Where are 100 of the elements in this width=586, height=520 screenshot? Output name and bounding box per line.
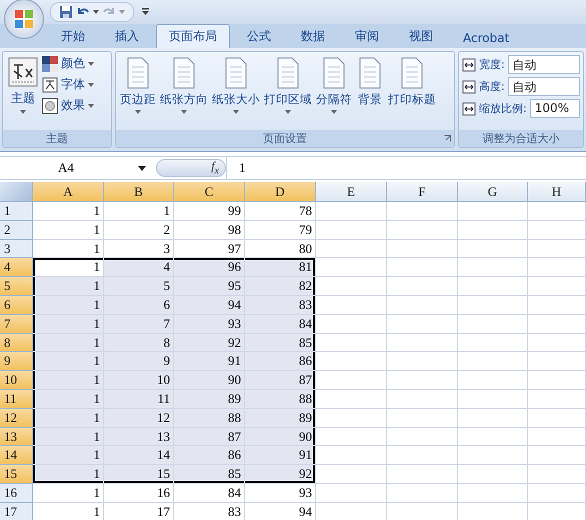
row-header[interactable]: 15 <box>0 465 33 484</box>
column-header[interactable]: E <box>316 182 387 202</box>
column-header[interactable]: D <box>245 182 316 202</box>
column-header[interactable]: H <box>528 182 586 202</box>
column-header[interactable]: G <box>458 182 528 202</box>
ribbon-button[interactable]: 效果 <box>42 97 94 114</box>
name-box[interactable]: A4 <box>0 160 150 176</box>
column-header[interactable]: B <box>104 182 174 202</box>
input-field[interactable]: 自动 <box>508 55 580 74</box>
ribbon-tab[interactable]: 页面布局 <box>156 24 230 48</box>
office-button[interactable] <box>4 0 44 39</box>
dialog-launcher-icon[interactable] <box>444 135 451 142</box>
field-label: 宽度: <box>479 57 505 72</box>
table-cell: 14 <box>104 446 174 466</box>
table-cell: 16 <box>104 484 174 503</box>
table-cell: 85 <box>245 334 316 352</box>
table-cell: 13 <box>104 428 174 446</box>
resize-icon <box>462 58 476 72</box>
ribbon-tab[interactable]: 插入 <box>102 24 152 48</box>
row-header[interactable]: 3 <box>0 240 33 258</box>
column-header[interactable]: C <box>174 182 245 202</box>
row-header[interactable]: 8 <box>0 334 33 352</box>
caret-icon <box>135 110 141 114</box>
table-cell: 93 <box>245 484 316 503</box>
caret-icon[interactable] <box>93 10 99 14</box>
table-cell: 1 <box>33 446 104 466</box>
column-header[interactable]: A <box>33 182 104 202</box>
column-header[interactable]: F <box>387 182 458 202</box>
caret-icon <box>88 62 94 66</box>
table-cell: 90 <box>245 428 316 446</box>
formula-field[interactable]: 1 <box>226 157 586 179</box>
table-cell: 1 <box>33 296 104 315</box>
ribbon-button[interactable]: 打印标题 <box>387 55 437 127</box>
ribbon-button[interactable]: 打印区域 <box>263 55 313 127</box>
ribbon-tab[interactable]: 数据 <box>288 24 338 48</box>
ribbon-tab[interactable]: Acrobat <box>450 27 522 48</box>
table-cell: 1 <box>33 240 104 258</box>
row-header[interactable]: 12 <box>0 408 33 428</box>
table-cell: 4 <box>104 258 174 278</box>
table-cell: 90 <box>174 371 245 390</box>
table-cell: 98 <box>174 220 245 240</box>
table-cell: 1 <box>33 465 104 484</box>
table-cell: 83 <box>245 296 316 315</box>
table-cell: 1 <box>104 202 174 221</box>
row-header[interactable]: 10 <box>0 371 33 390</box>
ribbon-button[interactable]: 分隔符 <box>315 55 353 127</box>
table-cell: 12 <box>104 408 174 428</box>
table-cell: 1 <box>33 258 104 278</box>
ribbon-button[interactable]: 纸张大小 <box>211 55 261 127</box>
caret-icon <box>138 166 146 170</box>
font-icon <box>42 76 58 92</box>
table-cell: 96 <box>174 258 245 278</box>
row-header[interactable]: 4 <box>0 258 33 278</box>
row-header[interactable]: 7 <box>0 314 33 334</box>
table-cell: 1 <box>33 352 104 372</box>
ribbon-button[interactable]: 页边距 <box>119 55 157 127</box>
effects-icon <box>42 98 58 114</box>
row-header[interactable]: 9 <box>0 352 33 372</box>
row-header[interactable]: 11 <box>0 390 33 409</box>
group-label: 调整为合适大小 <box>482 131 560 146</box>
ribbon-tab[interactable]: 开始 <box>48 24 98 48</box>
table-cell: 7 <box>104 314 174 334</box>
resize-icon <box>462 102 476 116</box>
field-label: 高度: <box>479 79 505 94</box>
save-icon[interactable] <box>59 5 73 19</box>
table-cell: 99 <box>174 202 245 221</box>
row-header[interactable]: 16 <box>0 484 33 503</box>
theme-icon <box>8 57 38 87</box>
table-cell: 87 <box>245 371 316 390</box>
themes-button[interactable]: 主题 <box>6 55 40 127</box>
row-header[interactable]: 6 <box>0 296 33 315</box>
table-cell: 95 <box>174 277 245 296</box>
table-cell: 84 <box>174 484 245 503</box>
table-cell: 8 <box>104 334 174 352</box>
row-header[interactable]: 17 <box>0 502 33 520</box>
ribbon-button[interactable]: 颜色 <box>42 55 94 72</box>
input-field[interactable]: 自动 <box>508 77 580 96</box>
ribbon-tab[interactable]: 视图 <box>396 24 446 48</box>
input-field[interactable]: 100% <box>530 99 580 118</box>
table-cell: 1 <box>33 314 104 334</box>
insert-function-button[interactable]: f$_{x}$ <box>156 159 226 177</box>
ribbon-tab[interactable]: 审阅 <box>342 24 392 48</box>
caret-icon <box>88 104 94 108</box>
ribbon-button[interactable]: 字体 <box>42 76 94 93</box>
row-header[interactable]: 5 <box>0 277 33 296</box>
table-cell: 11 <box>104 390 174 409</box>
table-cell: 9 <box>104 352 174 372</box>
customize-icon[interactable] <box>142 8 149 16</box>
row-header[interactable]: 14 <box>0 446 33 466</box>
resize-icon <box>462 80 476 94</box>
row-header[interactable]: 13 <box>0 428 33 446</box>
table-cell: 1 <box>33 220 104 240</box>
table-cell: 92 <box>245 465 316 484</box>
row-header[interactable]: 1 <box>0 202 33 221</box>
ribbon-button[interactable]: 纸张方向 <box>159 55 209 127</box>
color-swatch-icon <box>42 56 58 72</box>
table-cell: 10 <box>104 371 174 390</box>
ribbon-tab[interactable]: 公式 <box>234 24 284 48</box>
row-header[interactable]: 2 <box>0 220 33 240</box>
ribbon-button[interactable]: 背景 <box>355 55 385 127</box>
